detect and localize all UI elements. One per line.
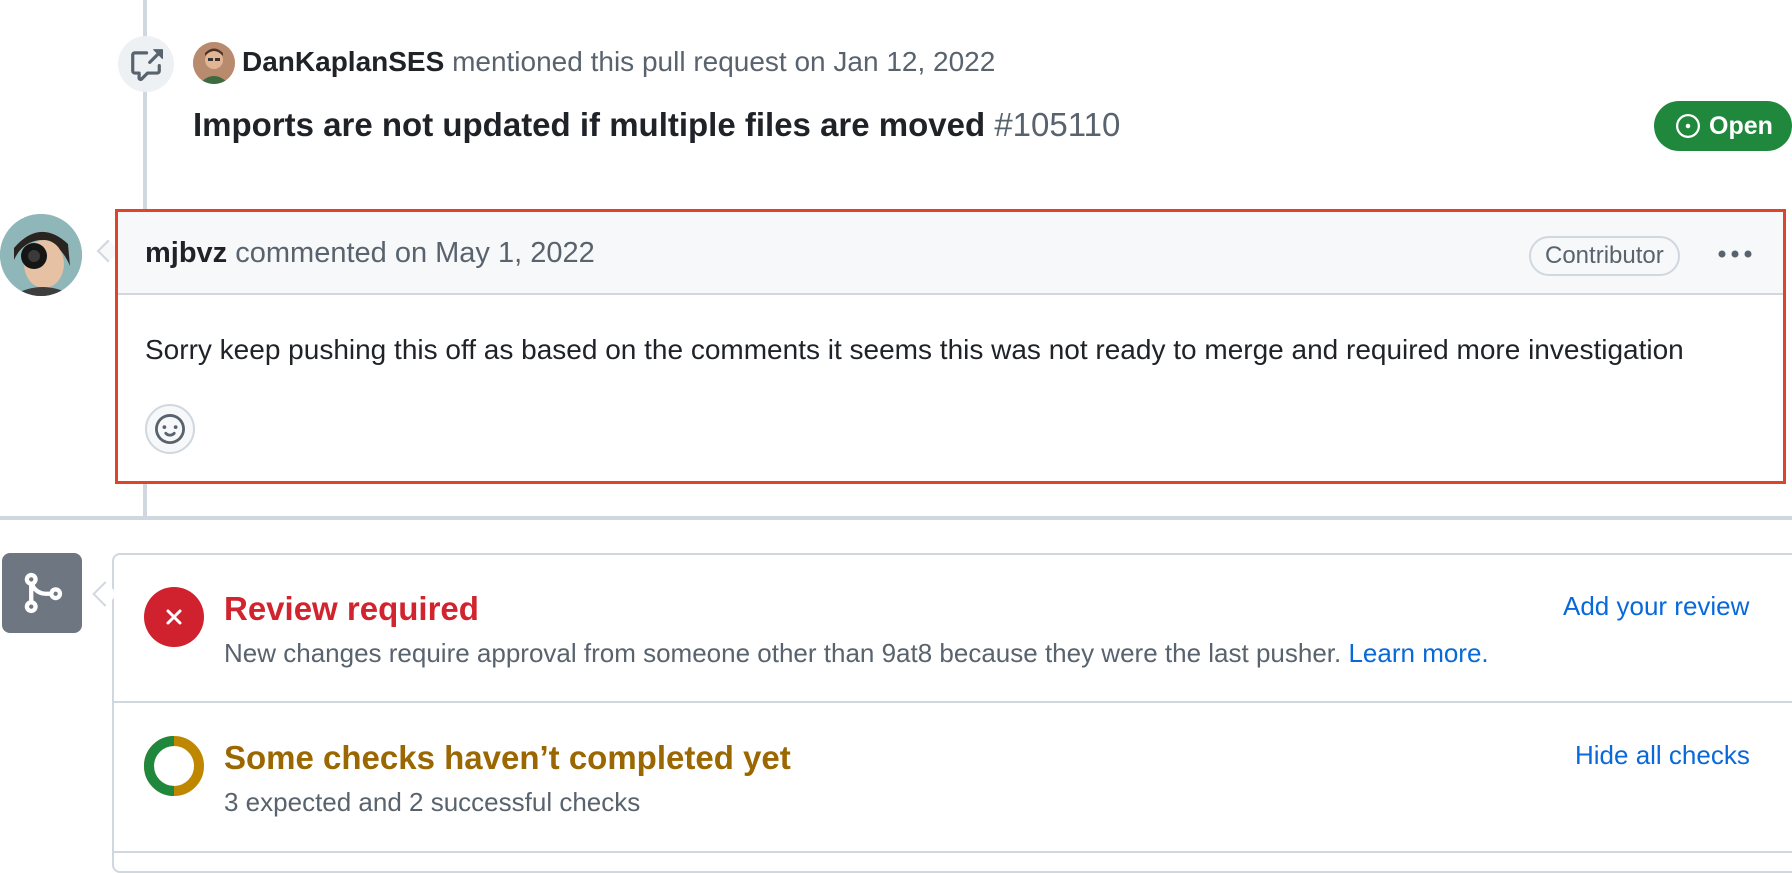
mention-author[interactable]: DanKaplanSES xyxy=(242,46,444,77)
comment-header: mjbvz commented on May 1, 2022 Contribut… xyxy=(118,212,1783,295)
divider xyxy=(114,701,1792,703)
comment-author[interactable]: mjbvz xyxy=(145,237,227,269)
status-badge: Open xyxy=(1654,101,1792,151)
add-reaction-button[interactable] xyxy=(145,404,195,454)
x-icon xyxy=(144,587,204,647)
review-required-description: New changes require approval from someon… xyxy=(224,636,1489,670)
mention-title-link[interactable]: Imports are not updated if multiple file… xyxy=(193,106,985,143)
avatar[interactable] xyxy=(0,214,82,296)
kebab-horizontal-icon[interactable] xyxy=(1713,234,1757,274)
comment-body: Sorry keep pushing this off as based on … xyxy=(145,334,1684,365)
add-your-review-link[interactable]: Add your review xyxy=(1563,589,1749,623)
checks-title: Some checks haven’t completed yet xyxy=(224,739,791,776)
avatar[interactable] xyxy=(193,42,235,84)
timeline-separator xyxy=(0,516,1792,520)
cross-reference-icon xyxy=(118,36,174,92)
status-badge-label: Open xyxy=(1709,111,1773,140)
comment-meta: mjbvz commented on May 1, 2022 xyxy=(145,233,595,273)
review-required-title: Review required xyxy=(224,590,479,627)
mention-number[interactable]: #105110 xyxy=(994,106,1120,143)
divider xyxy=(114,851,1792,853)
hide-all-checks-link[interactable]: Hide all checks xyxy=(1575,738,1750,772)
checks-pending-ring-icon xyxy=(144,736,204,796)
git-merge-icon xyxy=(2,553,82,633)
review-description-text: New changes require approval from someon… xyxy=(224,638,1342,668)
comment-date[interactable]: commented on May 1, 2022 xyxy=(235,237,594,269)
mention-line: DanKaplanSES mentioned this pull request… xyxy=(242,42,995,82)
mention-text: mentioned this pull request on Jan 12, 2… xyxy=(452,46,996,77)
comment-card: mjbvz commented on May 1, 2022 Contribut… xyxy=(115,209,1786,484)
checks-description: 3 expected and 2 successful checks xyxy=(224,787,641,817)
smiley-icon xyxy=(155,414,185,444)
learn-more-link[interactable]: Learn more. xyxy=(1348,638,1488,668)
issue-open-icon xyxy=(1676,114,1700,138)
contributor-badge: Contributor xyxy=(1529,236,1680,276)
mention-title: Imports are not updated if multiple file… xyxy=(193,104,1120,146)
